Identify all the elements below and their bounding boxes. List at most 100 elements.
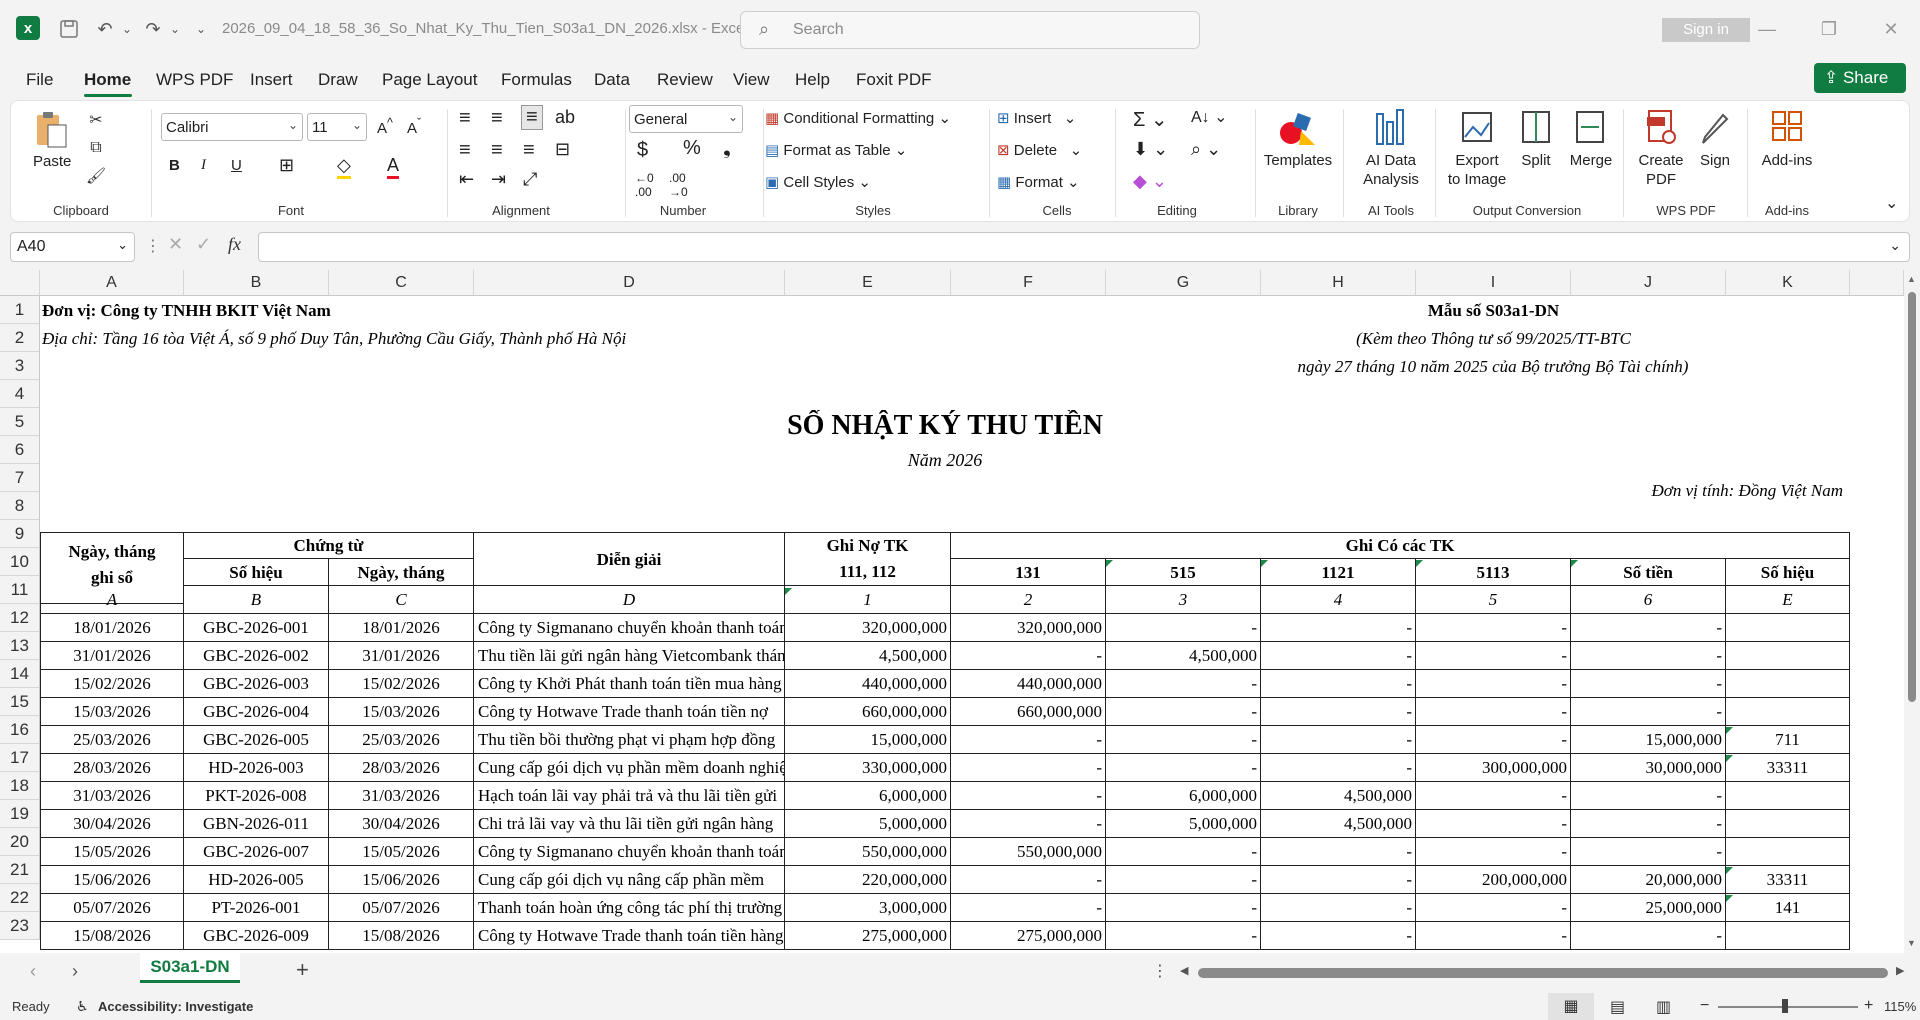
expand-formula-icon[interactable]: ⌄ — [1889, 237, 1901, 254]
align-bottom-icon[interactable]: ≡ — [521, 105, 543, 130]
row-header-9[interactable]: 9 — [0, 520, 40, 548]
ai-data-analysis-button[interactable]: AI Data Analysis — [1351, 151, 1431, 189]
minimize-icon[interactable]: — — [1752, 14, 1782, 44]
table-cell[interactable]: 4,500,000 — [1261, 810, 1416, 838]
confirm-entry-icon[interactable]: ✓ — [196, 234, 211, 255]
export-to-image-button[interactable]: Export to Image — [1437, 151, 1517, 189]
table-cell[interactable]: - — [1416, 726, 1571, 754]
table-row-date[interactable]: 31/01/2026 — [40, 642, 184, 670]
table-cell[interactable]: - — [1106, 698, 1261, 726]
tab-file[interactable]: File — [26, 70, 53, 90]
table-cell[interactable]: - — [1416, 782, 1571, 810]
collapse-ribbon-icon[interactable]: ⌄ — [1885, 193, 1898, 213]
table-cell[interactable]: - — [951, 810, 1106, 838]
table-cell[interactable]: GBC-2026-007 — [184, 838, 329, 866]
row-header-5[interactable]: 5 — [0, 408, 40, 436]
table-cell[interactable]: - — [1106, 922, 1261, 950]
table-row-description[interactable]: Cung cấp gói dịch vụ phần mềm doanh nghi… — [474, 754, 785, 782]
table-cell[interactable]: 320,000,000 — [785, 614, 951, 642]
table-cell[interactable]: - — [1106, 866, 1261, 894]
table-cell[interactable]: 33311 — [1726, 754, 1850, 782]
row-header-7[interactable]: 7 — [0, 464, 40, 492]
decrease-font-icon[interactable]: Aˇ — [407, 116, 421, 137]
table-cell[interactable]: - — [1416, 894, 1571, 922]
row-header-20[interactable]: 20 — [0, 828, 40, 856]
increase-font-icon[interactable]: A^ — [377, 116, 393, 137]
tab-data[interactable]: Data — [594, 70, 630, 90]
table-cell[interactable]: 6,000,000 — [1106, 782, 1261, 810]
scroll-right-icon[interactable]: ▶ — [1896, 964, 1904, 977]
font-family-select[interactable]: Calibri ⌄ — [161, 113, 303, 141]
table-cell[interactable]: - — [1261, 614, 1416, 642]
merge-center-icon[interactable]: ⊟ — [555, 139, 570, 160]
table-row-date[interactable]: 15/02/2026 — [40, 670, 184, 698]
column-header-i[interactable]: I — [1416, 270, 1571, 296]
table-cell[interactable]: 28/03/2026 — [329, 754, 474, 782]
sort-filter-icon[interactable]: A↓ ⌄ — [1191, 107, 1228, 127]
table-row-date[interactable]: 30/04/2026 — [40, 810, 184, 838]
format-cells-button[interactable]: ▦ Format ⌄ — [997, 173, 1080, 191]
table-cell[interactable]: - — [1571, 922, 1726, 950]
row-header-21[interactable]: 21 — [0, 856, 40, 884]
prev-sheet-icon[interactable]: ‹ — [30, 961, 36, 982]
table-cell[interactable]: 20,000,000 — [1571, 866, 1726, 894]
insert-cells-button[interactable]: ⊞ Insert ⌄ — [997, 109, 1076, 127]
row-header-11[interactable]: 11 — [0, 576, 40, 604]
table-cell[interactable]: 25,000,000 — [1571, 894, 1726, 922]
table-cell[interactable]: HD-2026-003 — [184, 754, 329, 782]
table-row-date[interactable]: 15/05/2026 — [40, 838, 184, 866]
index-cell[interactable]: A — [40, 586, 184, 614]
table-cell[interactable]: - — [1571, 642, 1726, 670]
table-cell[interactable]: - — [1416, 698, 1571, 726]
table-cell[interactable]: - — [1571, 670, 1726, 698]
table-cell[interactable]: 30/04/2026 — [329, 810, 474, 838]
horizontal-scroll-thumb[interactable] — [1198, 968, 1888, 978]
decrease-decimal-icon[interactable]: .00 →0 — [669, 171, 688, 199]
add-ins-button[interactable]: Add-ins — [1751, 151, 1823, 170]
table-row-description[interactable]: Chi trả lãi vay và thu lãi tiền gửi ngân… — [474, 810, 785, 838]
column-header-d[interactable]: D — [474, 270, 785, 296]
increase-indent-icon[interactable]: ⇥ — [491, 169, 506, 190]
table-cell[interactable]: - — [1416, 670, 1571, 698]
table-cell[interactable]: 330,000,000 — [785, 754, 951, 782]
table-cell[interactable]: - — [1261, 670, 1416, 698]
table-cell[interactable]: 3,000,000 — [785, 894, 951, 922]
table-cell[interactable] — [1726, 838, 1850, 866]
row-header-12[interactable]: 12 — [0, 604, 40, 632]
undo-dropdown-icon[interactable]: ⌄ — [114, 16, 140, 42]
table-cell[interactable]: PT-2026-001 — [184, 894, 329, 922]
table-cell[interactable]: 550,000,000 — [785, 838, 951, 866]
table-cell[interactable]: - — [1571, 782, 1726, 810]
decrease-indent-icon[interactable]: ⇤ — [459, 169, 474, 190]
share-button[interactable]: ⇪ Share ⌄ — [1814, 63, 1906, 117]
zoom-slider[interactable] — [1718, 1006, 1858, 1008]
clear-icon[interactable]: ◆ ⌄ — [1133, 171, 1167, 192]
table-row-date[interactable]: 15/03/2026 — [40, 698, 184, 726]
font-color-icon[interactable]: A — [387, 155, 400, 179]
table-cell[interactable]: HD-2026-005 — [184, 866, 329, 894]
insert-function-icon[interactable]: fx — [228, 234, 241, 255]
sign-button[interactable]: Sign — [1691, 151, 1739, 170]
column-header-l[interactable] — [1850, 270, 1904, 296]
sheet-tab-s03a1-dn[interactable]: S03a1-DN — [140, 953, 240, 983]
column-header-k[interactable]: K — [1726, 270, 1850, 296]
merge-button[interactable]: Merge — [1563, 151, 1619, 170]
select-all-corner[interactable] — [0, 270, 40, 296]
align-left-icon[interactable]: ≡ — [459, 139, 471, 162]
vertical-scroll-thumb[interactable] — [1908, 292, 1916, 702]
table-cell[interactable]: 220,000,000 — [785, 866, 951, 894]
table-row-date[interactable]: 31/03/2026 — [40, 782, 184, 810]
column-header-g[interactable]: G — [1106, 270, 1261, 296]
worksheet-grid[interactable]: A B C D E F G H I J K 1 2 3 4 5 6 7 8 9 … — [0, 270, 1904, 953]
table-row-description[interactable]: Thu tiền bồi thường phạt vi phạm hợp đồn… — [474, 726, 785, 754]
paste-button[interactable]: Paste — [33, 153, 71, 170]
vertical-scrollbar[interactable]: ▲ ▼ — [1904, 270, 1920, 953]
cancel-entry-icon[interactable]: ✕ — [168, 234, 183, 255]
cut-icon[interactable]: ✂ — [85, 109, 107, 131]
table-cell[interactable] — [1726, 698, 1850, 726]
table-row-description[interactable]: Công ty Hotwave Trade thanh toán tiền nợ — [474, 698, 785, 726]
zoom-slider-thumb[interactable] — [1782, 999, 1788, 1013]
tab-page-layout[interactable]: Page Layout — [382, 70, 477, 90]
table-cell[interactable]: 30,000,000 — [1571, 754, 1726, 782]
index-cell[interactable]: B — [184, 586, 329, 614]
